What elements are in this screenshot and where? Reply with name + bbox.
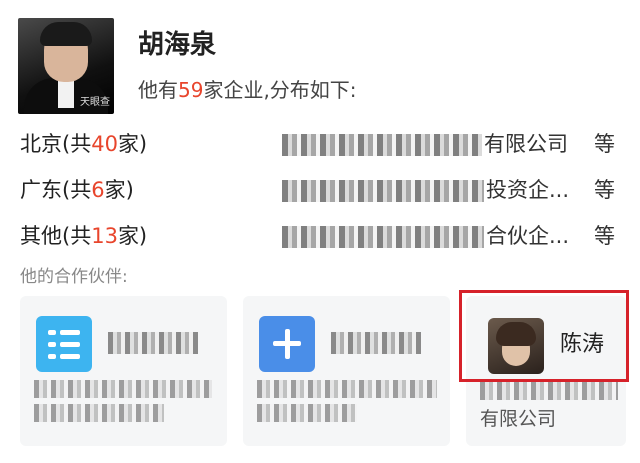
avatar-shirt bbox=[58, 78, 74, 108]
summary-prefix: 他有 bbox=[138, 78, 178, 102]
company-suffix: 合伙企... bbox=[486, 224, 570, 248]
company-name-blurred bbox=[282, 226, 484, 248]
partner-name-blurred bbox=[108, 332, 198, 354]
company-name-blurred bbox=[282, 180, 484, 202]
region-row-guangdong[interactable]: 广东(共6家) 投资企... 等 bbox=[20, 174, 620, 206]
person-name: 胡海泉 bbox=[138, 30, 217, 60]
region-count: 40 bbox=[91, 132, 118, 156]
partner-card[interactable] bbox=[243, 296, 450, 446]
avatar-hair bbox=[40, 22, 92, 46]
highlight-box bbox=[459, 290, 629, 382]
region-label: 其他(共13家) bbox=[20, 220, 147, 250]
partners-label: 他的合作伙伴: bbox=[20, 267, 128, 287]
region-label-prefix: 广东(共 bbox=[20, 178, 92, 202]
region-label-prefix: 北京(共 bbox=[20, 132, 92, 156]
person-avatar[interactable]: 天眼查 bbox=[18, 18, 114, 114]
partner-card[interactable] bbox=[20, 296, 227, 446]
more-link[interactable]: 等 bbox=[594, 128, 615, 158]
partner-company-blurred bbox=[257, 380, 437, 398]
region-row-other[interactable]: 其他(共13家) 合伙企... 等 bbox=[20, 220, 620, 252]
partner-company-blurred bbox=[257, 404, 357, 422]
region-count: 13 bbox=[91, 224, 118, 248]
more-link[interactable]: 等 bbox=[594, 220, 615, 250]
summary-suffix: 家企业,分布如下: bbox=[203, 78, 357, 102]
region-label-suffix: 家) bbox=[117, 224, 148, 248]
company-count: 59 bbox=[178, 78, 204, 102]
partner-company-blurred bbox=[480, 382, 618, 400]
region-label-suffix: 家) bbox=[104, 178, 134, 202]
partner-company-blurred bbox=[34, 380, 212, 398]
partner-company-blurred bbox=[34, 404, 164, 422]
region-label-suffix: 家) bbox=[117, 132, 148, 156]
company-summary: 他有59家企业,分布如下: bbox=[138, 74, 357, 103]
company-suffix: 投资企... bbox=[486, 178, 570, 202]
more-link[interactable]: 等 bbox=[594, 174, 615, 204]
partner-company-suffix: 有限公司 bbox=[480, 408, 557, 430]
company-name-blurred bbox=[282, 134, 482, 156]
partner-name-blurred bbox=[331, 332, 421, 354]
region-count: 6 bbox=[91, 178, 105, 202]
partner-logo-icon bbox=[259, 316, 315, 372]
region-label-prefix: 其他(共 bbox=[20, 224, 92, 248]
region-label: 北京(共40家) bbox=[20, 128, 147, 158]
partner-logo-icon bbox=[36, 316, 92, 372]
company-suffix: 有限公司 bbox=[484, 132, 568, 156]
region-row-beijing[interactable]: 北京(共40家) 有限公司 等 bbox=[20, 128, 620, 160]
avatar-watermark: 天眼查 bbox=[80, 97, 110, 108]
region-label: 广东(共6家) bbox=[20, 174, 134, 204]
